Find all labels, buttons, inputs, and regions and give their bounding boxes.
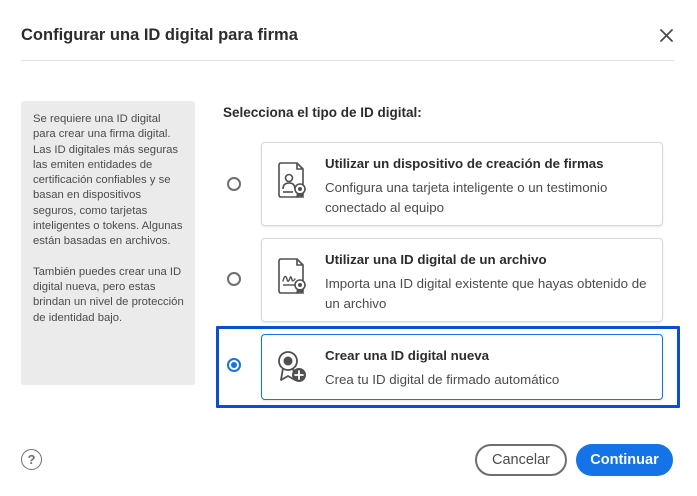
badge-add-icon (278, 351, 306, 382)
radio-new-id[interactable] (227, 358, 241, 372)
continue-button[interactable]: Continuar (576, 444, 673, 476)
info-paragraph-1: Se requiere una ID digital para crear un… (33, 113, 183, 248)
option-card-new-id[interactable]: Crear una ID digital nueva Crea tu ID di… (261, 334, 663, 400)
info-panel: Se requiere una ID digital para crear un… (21, 101, 195, 385)
option-title: Utilizar un dispositivo de creación de f… (325, 156, 604, 171)
smartcard-certificate-icon (278, 162, 306, 198)
select-id-type-label: Selecciona el tipo de ID digital: (223, 105, 422, 120)
option-title: Utilizar una ID digital de un archivo (325, 252, 547, 267)
radio-file-id[interactable] (227, 272, 241, 286)
option-description: Importa una ID digital existente que hay… (325, 276, 647, 311)
option-description: Crea tu ID digital de firmado automático (325, 372, 560, 387)
option-description: Configura una tarjeta inteligente o un t… (325, 180, 608, 215)
option-card-file-id[interactable]: Utilizar una ID digital de un archivo Im… (261, 238, 663, 322)
close-icon (659, 28, 673, 42)
signature-file-icon (278, 258, 306, 294)
option-title: Crear una ID digital nueva (325, 348, 490, 363)
header-divider (21, 60, 674, 61)
radio-signing-device[interactable] (227, 177, 241, 191)
option-card-signing-device[interactable]: Utilizar un dispositivo de creación de f… (261, 142, 663, 226)
close-button[interactable] (656, 25, 676, 45)
cancel-button[interactable]: Cancelar (475, 444, 567, 476)
info-paragraph-2: También puedes crear una ID digital nuev… (33, 265, 184, 324)
dialog-title: Configurar una ID digital para firma (21, 26, 298, 44)
help-button[interactable]: ? (21, 449, 42, 470)
help-icon: ? (27, 452, 36, 467)
